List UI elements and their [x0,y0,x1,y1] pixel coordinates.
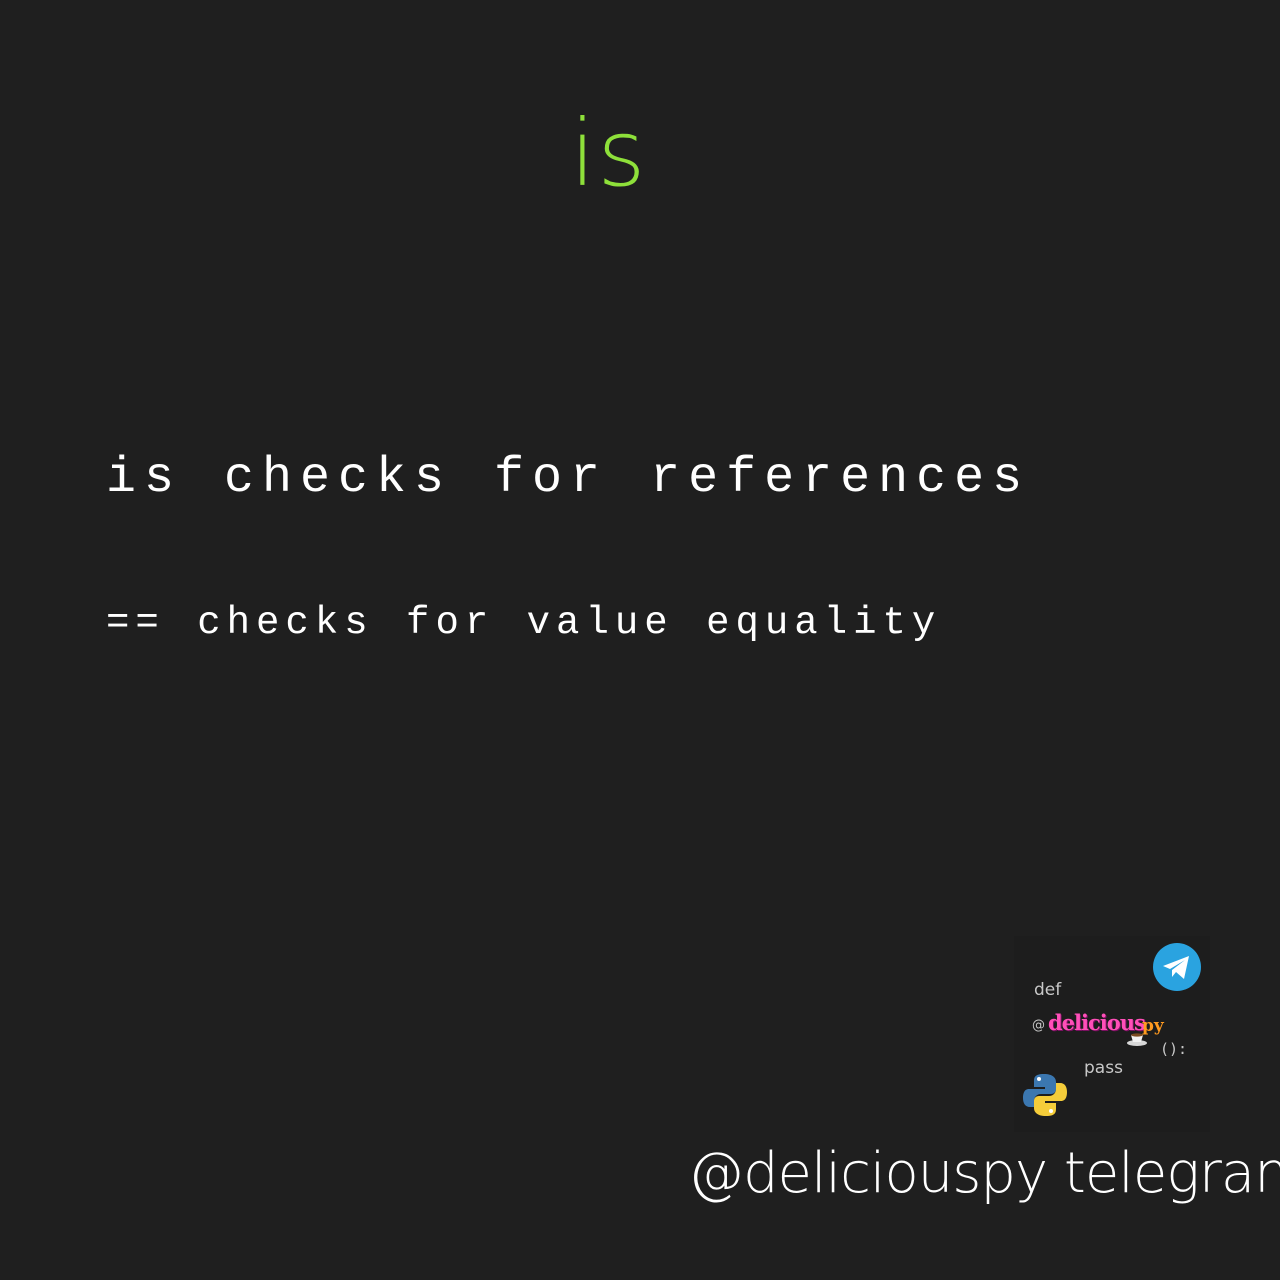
logo-pass-keyword: pass [1084,1058,1123,1078]
logo-suffix: py [1142,1016,1164,1036]
post-canvas: is is checks for references == checks fo… [0,0,1280,1280]
logo-at-symbol: @ [1032,1018,1045,1033]
channel-logo: def @ delicious py (): pass [1014,936,1210,1132]
statement-equality: == checks for value equality [106,601,942,645]
python-icon [1023,1074,1067,1116]
channel-handle: @deliciouspy telegram [688,1141,1280,1206]
statement-is: is checks for references [106,450,1031,507]
logo-def-keyword: def [1034,980,1062,1000]
logo-parens: (): [1160,1040,1188,1058]
title: is [570,100,648,207]
telegram-icon [1153,943,1201,991]
